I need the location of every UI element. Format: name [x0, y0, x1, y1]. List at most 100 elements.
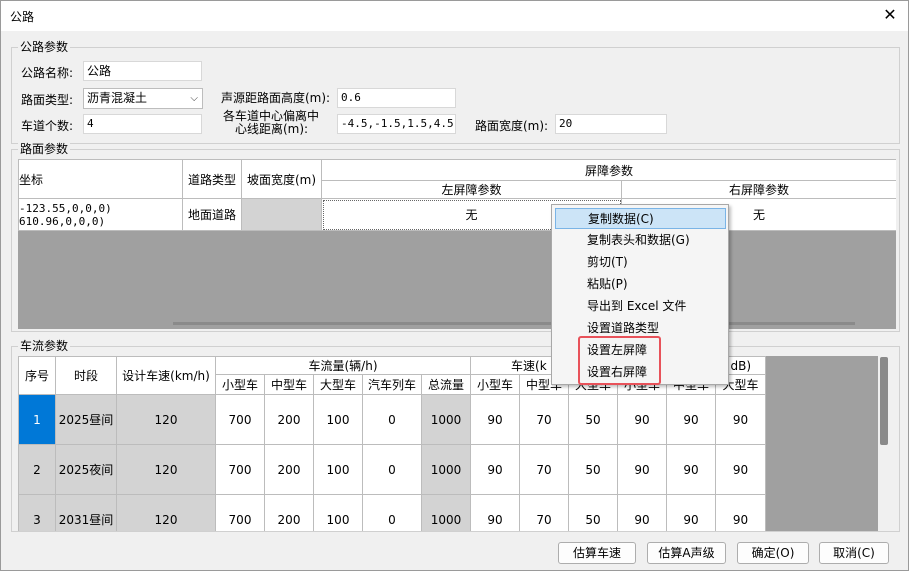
- row-speed-medium[interactable]: 70: [519, 394, 570, 445]
- row-flow-medium[interactable]: 200: [264, 444, 314, 495]
- col-left-barrier: 左屏障参数: [321, 180, 622, 199]
- road-width-input[interactable]: 20: [555, 114, 667, 134]
- surface-type-label: 路面类型:: [21, 93, 74, 107]
- road-width-label: 路面宽度(m):: [475, 119, 549, 133]
- row-design-speed[interactable]: 120: [116, 394, 216, 445]
- row-seq[interactable]: 1: [18, 394, 56, 445]
- row-design-speed[interactable]: 120: [116, 494, 216, 531]
- highlight-annotation: [578, 336, 661, 385]
- coord-line-1: -123.55,0,0,0): [19, 201, 112, 215]
- row-flow-medium[interactable]: 200: [264, 494, 314, 531]
- surface-params-title: 路面参数: [18, 142, 71, 156]
- source-height-input[interactable]: 0.6: [337, 88, 456, 108]
- slope-width-cell[interactable]: [241, 198, 322, 231]
- lane-offset-input[interactable]: -4.5,-1.5,1.5,4.5: [337, 114, 456, 134]
- chevron-down-icon: ⌵: [190, 93, 198, 104]
- menu-item-paste[interactable]: 粘贴(P): [555, 274, 726, 295]
- surface-grid: 坐标 道路类型 坡面宽度(m) 屏障参数 左屏障参数 右屏障参数 -123.55…: [18, 159, 896, 329]
- col-flow-total: 总流量: [420, 374, 472, 395]
- surface-table: 坐标 道路类型 坡面宽度(m) 屏障参数 左屏障参数 右屏障参数 -123.55…: [18, 159, 896, 231]
- row-flow-small[interactable]: 700: [215, 494, 265, 531]
- col-flow-medium: 中型车: [264, 374, 314, 395]
- estimate-level-button[interactable]: 估算A声级: [647, 542, 726, 564]
- source-height-label: 声源距路面高度(m):: [221, 91, 331, 105]
- coord-cell[interactable]: -123.55,0,0,0) 610.96,0,0,0): [18, 198, 183, 231]
- row-flow-total[interactable]: 1000: [420, 494, 472, 531]
- lanes-input[interactable]: 4: [83, 114, 202, 134]
- road-params-title: 公路参数: [18, 40, 71, 54]
- table-row[interactable]: 1 2025昼间 120 700 200 100 0 1000 90 70 50…: [18, 394, 767, 445]
- row-right-large[interactable]: 90: [715, 394, 767, 445]
- menu-item-copy-header-data[interactable]: 复制表头和数据(G): [555, 230, 726, 251]
- traffic-params-title: 车流参数: [18, 339, 71, 353]
- cancel-button[interactable]: 取消(C): [819, 542, 889, 564]
- row-flow-large[interactable]: 100: [313, 494, 363, 531]
- row-right-medium[interactable]: 90: [666, 394, 717, 445]
- col-design-speed: 设计车速(km/h): [116, 356, 216, 395]
- col-speed-small: 小型车: [470, 374, 521, 395]
- row-speed-large[interactable]: 50: [568, 394, 619, 445]
- row-right-large[interactable]: 90: [715, 494, 767, 531]
- estimate-speed-button[interactable]: 估算车速: [558, 542, 636, 564]
- row-period[interactable]: 2031昼间: [55, 494, 117, 531]
- traffic-vscrollbar[interactable]: [880, 357, 888, 445]
- menu-item-copy-data[interactable]: 复制数据(C): [555, 208, 726, 229]
- col-flow-large: 大型车: [313, 374, 363, 395]
- row-design-speed[interactable]: 120: [116, 444, 216, 495]
- table-row[interactable]: 3 2031昼间 120 700 200 100 0 1000 90 70 50…: [18, 494, 767, 531]
- window-title: 公路: [10, 10, 35, 24]
- coord-line-2: 610.96,0,0,0): [19, 214, 106, 228]
- surface-type-value: 沥青混凝土: [87, 91, 148, 105]
- row-right-small[interactable]: 90: [617, 494, 668, 531]
- row-flow-large[interactable]: 100: [313, 444, 363, 495]
- close-icon[interactable]: ✕: [880, 5, 900, 25]
- row-seq[interactable]: 3: [18, 494, 56, 531]
- row-seq[interactable]: 2: [18, 444, 56, 495]
- row-right-medium[interactable]: 90: [666, 494, 717, 531]
- row-flow-train[interactable]: 0: [362, 444, 422, 495]
- col-barrier: 屏障参数: [320, 159, 896, 181]
- row-speed-large[interactable]: 50: [568, 494, 619, 531]
- row-flow-large[interactable]: 100: [313, 394, 363, 445]
- row-speed-large[interactable]: 50: [568, 444, 619, 495]
- row-right-small[interactable]: 90: [617, 444, 668, 495]
- road-name-input[interactable]: 公路: [83, 61, 202, 81]
- title-bar: 公路 ✕: [1, 1, 908, 31]
- row-flow-train[interactable]: 0: [362, 394, 422, 445]
- row-period[interactable]: 2025夜间: [55, 444, 117, 495]
- col-seq: 序号: [18, 356, 56, 395]
- row-speed-small[interactable]: 90: [470, 444, 521, 495]
- menu-item-cut[interactable]: 剪切(T): [555, 252, 726, 273]
- row-speed-small[interactable]: 90: [470, 394, 521, 445]
- road-dialog: 公路 ✕ 公路参数 公路名称: 公路 路面类型: 沥青混凝土 ⌵ 车道个数: 4…: [0, 0, 909, 571]
- row-speed-medium[interactable]: 70: [519, 444, 570, 495]
- col-coord: 坐标: [18, 159, 183, 199]
- menu-item-export-excel[interactable]: 导出到 Excel 文件: [555, 296, 726, 317]
- col-flow-group: 车流量(辆/h): [214, 356, 472, 375]
- row-right-large[interactable]: 90: [715, 444, 767, 495]
- row-flow-total[interactable]: 1000: [420, 394, 472, 445]
- surface-type-select[interactable]: 沥青混凝土 ⌵: [83, 88, 203, 109]
- col-road-type: 道路类型: [182, 159, 242, 199]
- row-flow-medium[interactable]: 200: [264, 394, 314, 445]
- row-speed-medium[interactable]: 70: [519, 494, 570, 531]
- row-flow-small[interactable]: 700: [215, 444, 265, 495]
- road-name-label: 公路名称:: [21, 66, 74, 80]
- col-flow-small: 小型车: [215, 374, 265, 395]
- row-flow-train[interactable]: 0: [362, 494, 422, 531]
- lanes-label: 车道个数:: [21, 119, 74, 133]
- row-right-small[interactable]: 90: [617, 394, 668, 445]
- row-period[interactable]: 2025昼间: [55, 394, 117, 445]
- lane-offset-label-2: 心线距离(m):: [235, 122, 309, 136]
- traffic-grid: 序号 时段 设计车速(km/h) 车流量(辆/h) 车速(k dB) 小型车 中…: [18, 356, 888, 531]
- col-period: 时段: [55, 356, 117, 395]
- table-row[interactable]: 2 2025夜间 120 700 200 100 0 1000 90 70 50…: [18, 444, 767, 495]
- row-flow-total[interactable]: 1000: [420, 444, 472, 495]
- col-slope-width: 坡面宽度(m): [241, 159, 322, 199]
- road-type-cell[interactable]: 地面道路: [182, 198, 242, 231]
- row-flow-small[interactable]: 700: [215, 394, 265, 445]
- ok-button[interactable]: 确定(O): [737, 542, 809, 564]
- surface-hscrollbar[interactable]: [173, 322, 855, 325]
- row-speed-small[interactable]: 90: [470, 494, 521, 531]
- row-right-medium[interactable]: 90: [666, 444, 717, 495]
